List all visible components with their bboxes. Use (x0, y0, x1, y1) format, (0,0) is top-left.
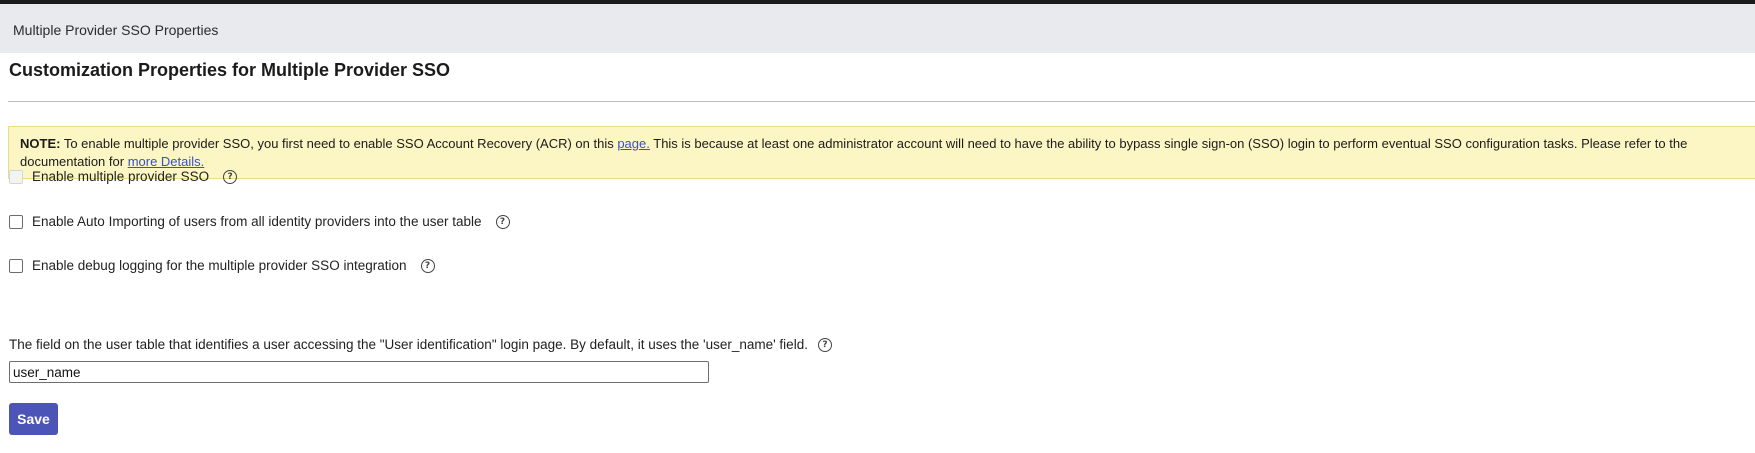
option-label: Enable multiple provider SSO (32, 169, 210, 184)
window-title: Multiple Provider SSO Properties (13, 22, 219, 38)
help-icon[interactable]: ? (817, 337, 832, 352)
option-auto-import: Enable Auto Importing of users from all … (9, 214, 510, 229)
more-details-link[interactable]: more Details. (128, 154, 205, 169)
user-field-label: The field on the user table that identif… (9, 337, 808, 352)
note-banner: NOTE: To enable multiple provider SSO, y… (8, 126, 1755, 179)
option-label: Enable debug logging for the multiple pr… (32, 258, 407, 273)
enable-multiple-provider-sso-checkbox (9, 169, 23, 184)
help-icon[interactable]: ? (495, 214, 510, 229)
note-text-1: To enable multiple provider SSO, you fir… (60, 136, 618, 151)
acr-page-link[interactable]: page. (617, 136, 650, 151)
page-title: Customization Properties for Multiple Pr… (9, 60, 451, 80)
option-debug-logging: Enable debug logging for the multiple pr… (9, 258, 435, 273)
user-field-label-row: The field on the user table that identif… (9, 337, 832, 352)
auto-import-checkbox[interactable] (9, 214, 23, 229)
user-field-input[interactable] (9, 361, 709, 383)
debug-logging-checkbox[interactable] (9, 258, 23, 273)
divider (8, 101, 1755, 102)
title-bar: Multiple Provider SSO Properties (0, 4, 1755, 53)
help-icon[interactable]: ? (420, 258, 435, 273)
option-label: Enable Auto Importing of users from all … (32, 214, 482, 229)
help-icon[interactable]: ? (223, 169, 238, 184)
note-label: NOTE: (20, 136, 61, 151)
option-enable-multiple-provider-sso: Enable multiple provider SSO ? (9, 169, 238, 184)
save-button[interactable]: Save (9, 403, 58, 435)
